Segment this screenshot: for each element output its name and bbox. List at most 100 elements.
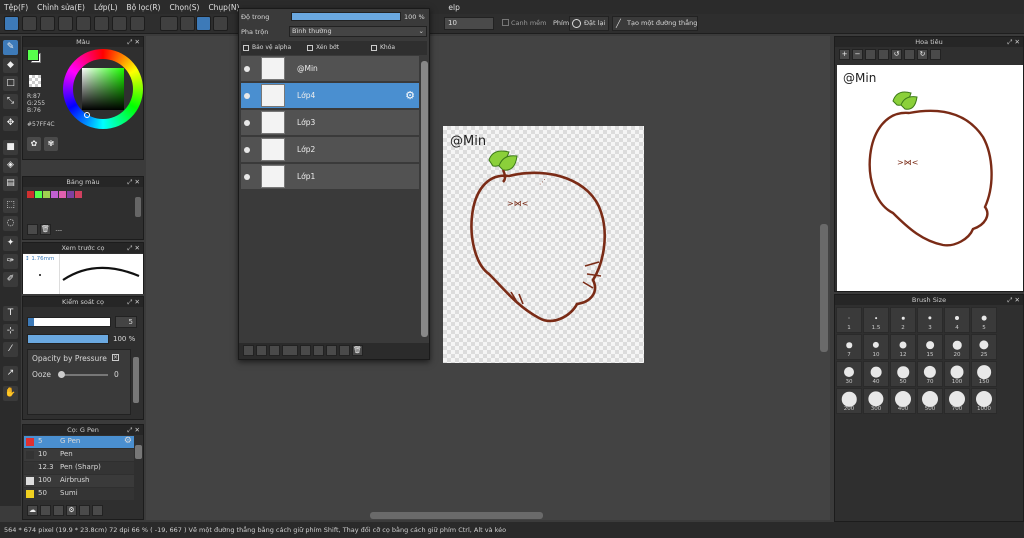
cloud-icon[interactable] [4,16,19,31]
menu-layer[interactable]: Lớp(L) [94,3,118,12]
brush-settings-icon[interactable]: ⚙ [66,505,77,516]
merge-layer-icon[interactable] [326,345,337,356]
protect-alpha-checkbox[interactable] [243,45,249,51]
close-icon[interactable]: ⤢ ✕ [127,243,140,253]
rotate-reset-icon[interactable] [904,49,915,60]
clear-layer-icon[interactable] [339,345,350,356]
menu-capture[interactable]: Chụp(N) [208,3,239,12]
horizontal-scrollbar[interactable] [370,512,543,519]
blend-mode-select[interactable]: Bình thường ⌄ [289,26,427,37]
palette-add-icon[interactable]: ✾ [44,137,58,151]
brush-size-cell[interactable]: 200 [836,388,862,414]
layer-row[interactable]: Lớp2 [241,137,419,163]
eye-icon[interactable] [244,93,250,99]
add-layer-menu-icon[interactable] [282,345,298,356]
palette-icon[interactable]: ✿ [27,137,41,151]
brush-size-cell[interactable]: 1.5 [863,307,889,333]
move-tool-icon[interactable]: ✥ [3,116,18,131]
palette-swatch[interactable] [27,191,34,198]
brush-size-cell[interactable]: 4 [944,307,970,333]
palette-swatch[interactable] [75,191,82,198]
delete-layer-icon[interactable]: 🗑 [352,345,363,356]
layer-row[interactable]: Lớp1 [241,164,419,190]
line-tool-icon[interactable]: ⤡ [3,94,18,109]
gear-icon[interactable]: ⚙ [405,89,415,102]
palette-swatch[interactable] [43,191,50,198]
brush-size-cell[interactable]: 300 [863,388,889,414]
rotate-right-icon[interactable]: ↻ [917,49,928,60]
new-layer-1bit-icon[interactable] [269,345,280,356]
page-icon[interactable] [94,16,109,31]
menu-edit[interactable]: Chỉnh sửa(E) [37,3,85,12]
brush-size-cell[interactable]: 10 [863,334,889,360]
new-layer-icon[interactable] [243,345,254,356]
layer-row[interactable]: @Min [241,56,419,82]
brush-size-cell[interactable]: 50 [890,361,916,387]
lock-checkbox[interactable] [371,45,377,51]
reset-button[interactable]: Đặt lại [569,16,609,31]
palette-swatch[interactable] [59,191,66,198]
flip-icon[interactable] [930,49,941,60]
redo-icon[interactable] [180,16,195,31]
brush-size-cell[interactable]: 3 [917,307,943,333]
select-pen-icon[interactable]: ✑ [3,254,18,269]
brush-size-cell[interactable]: 5 [971,307,997,333]
zoom-out-icon[interactable]: − [852,49,863,60]
close-icon[interactable]: ⤢ ✕ [127,297,140,307]
zoom-actual-icon[interactable] [878,49,889,60]
brush-size-cell[interactable]: 7 [836,334,862,360]
hue-marker[interactable] [84,112,90,118]
brush-cloud-icon[interactable]: ☁ [27,505,38,516]
brush-options-scrollbar[interactable] [133,357,139,403]
brush-size-cell[interactable]: 700 [944,388,970,414]
grid-dots-icon[interactable] [112,16,127,31]
share-icon[interactable] [22,16,37,31]
layer-folder-icon[interactable] [300,345,311,356]
menu-help[interactable]: elp [448,3,459,12]
foreground-color-swatch[interactable] [27,49,39,61]
rect-select-icon[interactable]: □ [3,76,18,91]
brush-folder-icon[interactable] [79,505,90,516]
brush-opacity-slider[interactable] [27,334,109,344]
divide-tool-icon[interactable]: ⊹ [3,324,18,339]
select-eraser-icon[interactable]: ✐ [3,272,18,287]
select-tool-icon[interactable]: ⬚ [3,198,18,213]
palette-scrollbar[interactable] [135,197,141,217]
eyedropper-icon[interactable]: ⁄ [3,342,18,357]
layer-row[interactable]: Lớp3 [241,110,419,136]
comment-icon[interactable] [40,16,55,31]
brush-size-cell[interactable]: 15 [917,334,943,360]
zoom-fit-icon[interactable] [865,49,876,60]
brush-size-cell[interactable]: 400 [890,388,916,414]
brush-size-cell[interactable]: 70 [917,361,943,387]
close-icon[interactable]: ⤢ ✕ [1007,37,1020,47]
snap-off-icon[interactable] [196,16,211,31]
new-brush-icon[interactable] [40,505,51,516]
layer-opacity-slider[interactable] [291,12,401,21]
eye-icon[interactable] [244,174,250,180]
new-color-icon[interactable] [27,224,38,235]
rotate-left-icon[interactable]: ↺ [891,49,902,60]
brush-size-cell[interactable]: 12 [890,334,916,360]
close-icon[interactable]: ⤢ ✕ [127,37,140,47]
rectangle-tool-icon[interactable]: ■ [3,140,18,155]
brush-field[interactable]: 10 [444,17,494,30]
brush-size-cell[interactable]: 25 [971,334,997,360]
new-layer-8bit-icon[interactable] [256,345,267,356]
ruler-button[interactable]: ╱ Tạo một đường thẳng [612,16,698,31]
eye-icon[interactable] [244,66,250,72]
close-icon[interactable]: ⤢ ✕ [1007,295,1020,305]
eye-icon[interactable] [244,147,250,153]
brush-size-cell[interactable]: 500 [917,388,943,414]
menu-select[interactable]: Chọn(S) [169,3,199,12]
brush-size-value[interactable]: 5 [115,316,137,328]
hand-tool-icon[interactable]: ✋ [3,386,18,401]
palette-swatch[interactable] [67,191,74,198]
lasso-tool-icon[interactable]: ◌ [3,216,18,231]
vertical-scrollbar[interactable] [820,224,828,352]
eye-icon[interactable] [244,120,250,126]
hue-wheel[interactable] [63,49,143,129]
duplicate-layer-icon[interactable] [313,345,324,356]
text-tool-icon[interactable]: T [3,306,18,321]
eraser-tool-icon[interactable]: ◆ [3,58,18,73]
